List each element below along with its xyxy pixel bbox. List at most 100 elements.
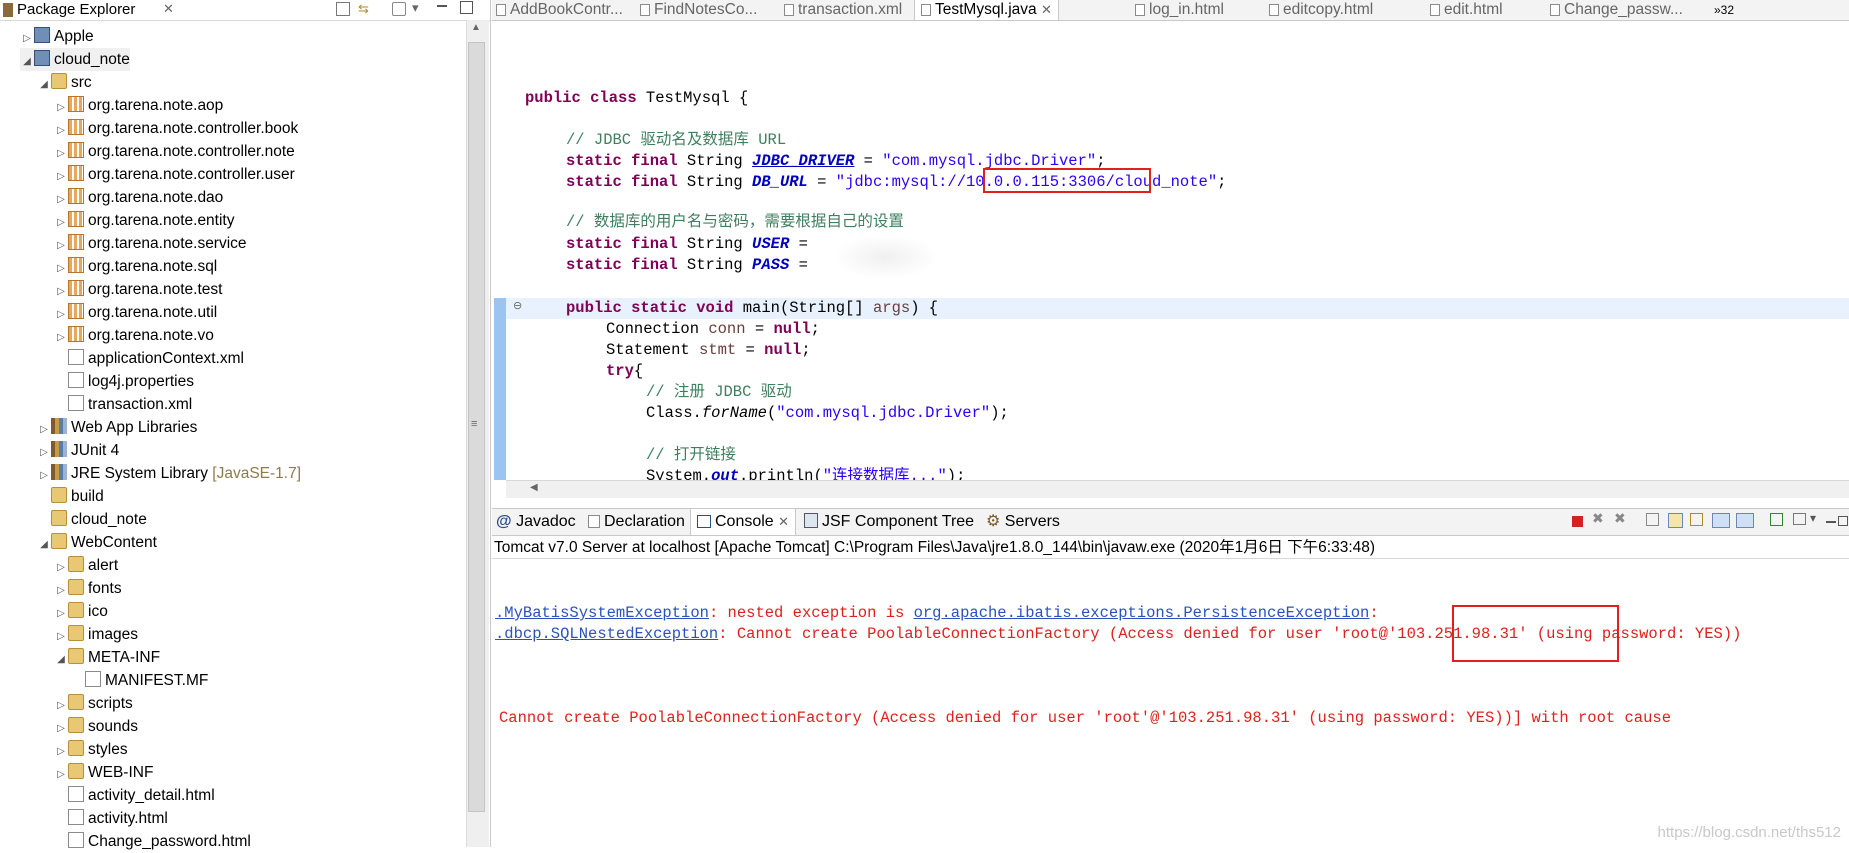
tree-item-build[interactable]: build: [37, 485, 104, 508]
tree-item-org-tarena-note-controller-book[interactable]: ▷ org.tarena.note.controller.book: [54, 117, 298, 140]
tree-item-webcontent[interactable]: ◢ WebContent: [37, 531, 157, 554]
console-link[interactable]: .dbcp.SQLNestedException: [495, 625, 718, 643]
tab-edit-html[interactable]: edit.html: [1430, 0, 1503, 20]
expand-arrow-icon[interactable]: ▷: [54, 326, 68, 349]
show-stderr-icon[interactable]: [1736, 513, 1754, 528]
maximize-icon[interactable]: [1838, 516, 1848, 526]
chevron-down-icon[interactable]: ▾: [1810, 511, 1826, 527]
tree-item-apple[interactable]: ▷ Apple: [20, 25, 94, 48]
tree-item-org-tarena-note-dao[interactable]: ▷ org.tarena.note.dao: [54, 186, 223, 209]
link-editor-icon[interactable]: ⇆: [358, 1, 369, 17]
tree-item-activity-html[interactable]: activity.html: [54, 807, 168, 830]
close-icon[interactable]: ✕: [163, 1, 174, 17]
tree-item-log4j-properties[interactable]: log4j.properties: [54, 370, 194, 393]
tree-item-transaction-xml[interactable]: transaction.xml: [54, 393, 192, 416]
expand-arrow-icon[interactable]: ▷: [54, 602, 68, 625]
expand-arrow-icon[interactable]: ▷: [54, 303, 68, 326]
tree-item-cloud-note[interactable]: ◢ cloud_note: [20, 48, 130, 71]
display-console-icon[interactable]: [1793, 513, 1806, 525]
tab-servers[interactable]: ⚙ Servers: [986, 509, 1060, 535]
expand-arrow-icon[interactable]: ▷: [20, 27, 34, 50]
close-icon[interactable]: ✕: [1041, 2, 1052, 17]
horizontal-scrollbar[interactable]: ◀: [506, 480, 1849, 498]
tree-item-org-tarena-note-entity[interactable]: ▷ org.tarena.note.entity: [54, 209, 235, 232]
tree-item-org-tarena-note-sql[interactable]: ▷ org.tarena.note.sql: [54, 255, 217, 278]
expand-arrow-icon[interactable]: ▷: [54, 142, 68, 165]
tree-item-styles[interactable]: ▷ styles: [54, 738, 128, 761]
chevron-down-icon[interactable]: ▾: [412, 0, 419, 16]
collapse-all-icon[interactable]: [336, 2, 350, 16]
expand-arrow-icon[interactable]: ▷: [37, 464, 51, 487]
collapse-arrow-icon[interactable]: ◢: [20, 50, 34, 73]
expand-arrow-icon[interactable]: ▷: [54, 625, 68, 648]
expand-arrow-icon[interactable]: ▷: [54, 717, 68, 740]
tree-item-cloud-note[interactable]: cloud_note: [37, 508, 147, 531]
show-stdout-icon[interactable]: [1712, 513, 1730, 528]
tree-item-org-tarena-note-controller-user[interactable]: ▷ org.tarena.note.controller.user: [54, 163, 295, 186]
expand-arrow-icon[interactable]: ▷: [54, 96, 68, 119]
expand-arrow-icon[interactable]: ▷: [37, 441, 51, 464]
tree-item-applicationcontext-xml[interactable]: applicationContext.xml: [54, 347, 244, 370]
remove-all-icon[interactable]: ✖: [1614, 510, 1630, 526]
expand-arrow-icon[interactable]: ▷: [54, 188, 68, 211]
view-menu-icon[interactable]: [392, 2, 406, 16]
tab-javadoc[interactable]: @ Javadoc: [496, 509, 576, 535]
package-explorer-title[interactable]: Package Explorer: [17, 0, 135, 20]
maximize-icon[interactable]: [460, 1, 473, 14]
collapse-arrow-icon[interactable]: ◢: [37, 73, 51, 96]
tab-editcopy-html[interactable]: editcopy.html: [1269, 0, 1373, 20]
pin-console-icon[interactable]: [1770, 513, 1783, 526]
expand-arrow-icon[interactable]: ▷: [54, 556, 68, 579]
minimize-icon[interactable]: [1826, 521, 1836, 523]
expand-arrow-icon[interactable]: ▷: [54, 119, 68, 142]
tree-item-meta-inf[interactable]: ◢ META-INF: [54, 646, 160, 669]
tree-item-org-tarena-note-util[interactable]: ▷ org.tarena.note.util: [54, 301, 217, 324]
scroll-lock-icon[interactable]: [1668, 513, 1683, 528]
console-link[interactable]: .MyBatisSystemException: [495, 604, 709, 622]
tree-item-ico[interactable]: ▷ ico: [54, 600, 108, 623]
tree-item-activity-detail-html[interactable]: activity_detail.html: [54, 784, 215, 807]
tab-jsf-component-tree[interactable]: JSF Component Tree: [804, 509, 974, 535]
minimize-icon[interactable]: [437, 5, 447, 7]
tab-declaration[interactable]: Declaration: [588, 509, 685, 535]
tree-item-org-tarena-note-service[interactable]: ▷ org.tarena.note.service: [54, 232, 247, 255]
expand-arrow-icon[interactable]: ▷: [54, 763, 68, 786]
tree-item-web-app-libraries[interactable]: ▷ Web App Libraries: [37, 416, 197, 439]
tree-item-manifest-mf[interactable]: MANIFEST.MF: [71, 669, 208, 692]
console-output[interactable]: [492, 558, 1849, 848]
expand-arrow-icon[interactable]: ▷: [54, 280, 68, 303]
word-wrap-icon[interactable]: [1690, 513, 1703, 526]
tab-log-in-html[interactable]: log_in.html: [1135, 0, 1224, 20]
remove-launch-icon[interactable]: ✖: [1592, 510, 1608, 526]
clear-console-icon[interactable]: [1646, 513, 1659, 526]
expand-arrow-icon[interactable]: ▷: [54, 211, 68, 234]
tree-item-images[interactable]: ▷ images: [54, 623, 138, 646]
collapse-arrow-icon[interactable]: ◢: [54, 648, 68, 671]
tree-item-org-tarena-note-test[interactable]: ▷ org.tarena.note.test: [54, 278, 222, 301]
tree-item-org-tarena-note-aop[interactable]: ▷ org.tarena.note.aop: [54, 94, 223, 117]
scroll-left-icon[interactable]: ◀: [530, 482, 538, 493]
console-link[interactable]: org.apache.ibatis.exceptions.Persistence…: [914, 604, 1370, 622]
tab-transaction-xml[interactable]: transaction.xml: [784, 0, 902, 20]
tab-console[interactable]: Console ✕: [690, 509, 797, 535]
terminate-icon[interactable]: [1572, 516, 1583, 527]
tree-item-src[interactable]: ◢ src: [37, 71, 92, 94]
tree-item-scripts[interactable]: ▷ scripts: [54, 692, 133, 715]
tree-item-org-tarena-note-controller-note[interactable]: ▷ org.tarena.note.controller.note: [54, 140, 295, 163]
expand-arrow-icon[interactable]: ▷: [37, 418, 51, 441]
tab-findnotescontroller[interactable]: FindNotesCo...: [640, 0, 757, 20]
expand-arrow-icon[interactable]: ▷: [54, 257, 68, 280]
collapse-arrow-icon[interactable]: ◢: [37, 533, 51, 556]
fold-icon[interactable]: ⊖: [513, 299, 522, 312]
close-icon[interactable]: ✕: [778, 514, 789, 529]
tree-item-jre-system-library[interactable]: ▷ JRE System Library [JavaSE-1.7]: [37, 462, 301, 485]
tab-testmysql-java[interactable]: TestMysql.java ✕: [914, 0, 1059, 20]
scroll-up-icon[interactable]: ▲: [471, 22, 481, 33]
more-tabs-button[interactable]: »32: [1714, 0, 1734, 20]
tab-addbookcontroller[interactable]: AddBookContr...: [496, 0, 623, 20]
tree-item-sounds[interactable]: ▷ sounds: [54, 715, 138, 738]
tree-item-change-password-html[interactable]: Change_password.html: [54, 830, 251, 853]
expand-arrow-icon[interactable]: ▷: [54, 694, 68, 717]
tab-change-password[interactable]: Change_passw...: [1550, 0, 1683, 20]
expand-arrow-icon[interactable]: ▷: [54, 579, 68, 602]
